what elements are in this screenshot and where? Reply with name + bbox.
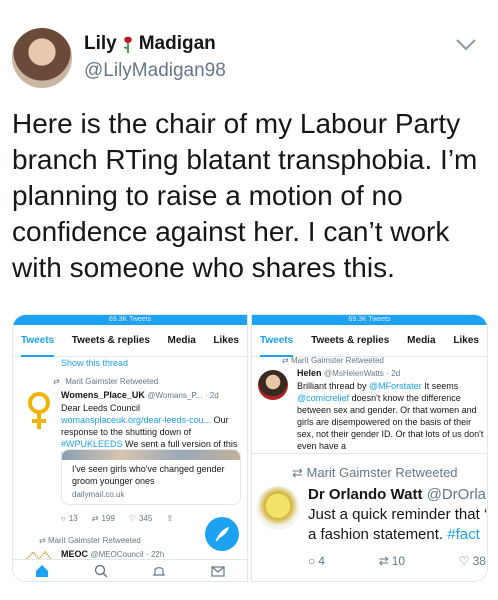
retweet-icon: ⇄ bbox=[39, 536, 46, 545]
venus-symbol-icon bbox=[28, 392, 50, 429]
messages-envelope-icon[interactable] bbox=[211, 564, 225, 578]
compose-feather-icon bbox=[215, 527, 229, 542]
tweet-author-name[interactable]: Helen bbox=[297, 368, 322, 378]
retweet-label-2: ⇄ Marit Gaimster Retweeted bbox=[292, 465, 458, 481]
compose-tweet-button[interactable] bbox=[205, 517, 239, 551]
reply-button[interactable]: ○ 4 bbox=[308, 554, 325, 568]
status-bar: 69.3K Tweets bbox=[252, 315, 487, 325]
like-count: 345 bbox=[138, 514, 153, 523]
home-icon[interactable] bbox=[35, 564, 49, 578]
divider bbox=[252, 453, 487, 454]
tweet-text-part: It seems bbox=[421, 381, 459, 391]
notifications-bell-icon[interactable] bbox=[152, 564, 166, 578]
helen-avatar[interactable] bbox=[258, 370, 288, 400]
retweet-button[interactable]: ⇄ 10 bbox=[379, 554, 405, 568]
card-title: I've seen girls who've changed gender gr… bbox=[72, 464, 225, 486]
mention-link[interactable]: @MForstater bbox=[369, 381, 422, 391]
tweet-time: · 2d bbox=[386, 369, 401, 378]
tab-tweets[interactable]: Tweets bbox=[21, 335, 55, 357]
retweet-icon: ⇄ bbox=[282, 356, 289, 365]
author-display-name[interactable]: Lily Madigan bbox=[84, 33, 216, 55]
share-icon: ⇧ bbox=[166, 514, 174, 523]
tweet-text-line: Just a quick reminder that ‘r bbox=[308, 506, 488, 523]
like-button[interactable]: ♡ 345 bbox=[129, 514, 153, 523]
screenshot-right: 69.3K Tweets Tweets Tweets & replies Med… bbox=[251, 314, 488, 582]
retweet-count: 199 bbox=[101, 514, 115, 523]
hashtag-link[interactable]: #fact bbox=[447, 526, 480, 543]
retweet-icon: ⇄ bbox=[91, 514, 99, 523]
author-avatar[interactable] bbox=[12, 28, 72, 88]
reply-button[interactable]: ○ 13 bbox=[61, 514, 78, 523]
tab-tweets-replies[interactable]: Tweets & replies bbox=[72, 335, 150, 356]
reply-icon: ○ bbox=[61, 514, 66, 523]
screenshot-left: 69.3K Tweets Tweets Tweets & replies Med… bbox=[12, 314, 248, 582]
tab-media[interactable]: Media bbox=[167, 335, 195, 356]
author-last-name: Madigan bbox=[138, 33, 216, 54]
heart-icon: ♡ bbox=[458, 554, 470, 568]
retweet-icon: ⇄ bbox=[292, 465, 303, 480]
retweet-label-text: Marit Gaimster Retweeted bbox=[65, 377, 159, 386]
retweet-label-text: Marit Gaimster Retweeted bbox=[306, 465, 458, 480]
next-author-handle[interactable]: @MEOCouncil bbox=[91, 550, 144, 559]
card-image bbox=[62, 450, 240, 460]
retweet-icon: ⇄ bbox=[378, 554, 389, 568]
tweet-author-handle[interactable]: @MsHelenWatts bbox=[324, 369, 384, 378]
reply-icon: ○ bbox=[308, 554, 316, 568]
tab-tweets[interactable]: Tweets bbox=[260, 335, 294, 357]
retweet-label: ⇄ Marit Gaimster Retweeted bbox=[53, 377, 158, 386]
tweet-link[interactable]: womansplaceuk.org/dear-leeds-cou... bbox=[61, 415, 211, 425]
tweet-text-line: a fashion statement. bbox=[308, 526, 448, 543]
tweet-author-handle[interactable]: @DrOrland bbox=[427, 486, 487, 503]
search-icon[interactable] bbox=[94, 564, 108, 578]
tab-tweets-replies[interactable]: Tweets & replies bbox=[311, 335, 389, 356]
orlando-avatar[interactable] bbox=[256, 486, 300, 530]
next-author-name[interactable]: MEOC bbox=[61, 549, 88, 559]
tab-likes[interactable]: Likes bbox=[213, 335, 239, 356]
mention-link[interactable]: @comicrelief bbox=[297, 393, 349, 403]
status-bar: 69.3K Tweets bbox=[13, 315, 247, 325]
author-handle[interactable]: @LilyMadigan98 bbox=[84, 60, 226, 82]
retweet-label-text: Marit Gaimster Retweeted bbox=[290, 356, 384, 365]
hashtag-link[interactable]: #WPUKLEEDS bbox=[61, 439, 123, 449]
profile-tabs: Tweets Tweets & replies Media Likes bbox=[252, 325, 487, 357]
bottom-navigation bbox=[13, 559, 247, 581]
author-first-name: Lily bbox=[84, 33, 117, 54]
reply-count: 13 bbox=[68, 514, 78, 523]
tweet-body-orlando: Dr Orlando Watt @DrOrland Just a quick r… bbox=[308, 485, 488, 545]
tweet-author-name[interactable]: Dr Orlando Watt bbox=[308, 486, 422, 503]
like-button[interactable]: ♡ 38 bbox=[459, 554, 486, 568]
profile-tabs: Tweets Tweets & replies Media Likes bbox=[13, 325, 247, 357]
link-card[interactable]: I've seen girls who've changed gender gr… bbox=[61, 449, 241, 505]
tweet-author-handle[interactable]: @Womans_P... bbox=[147, 391, 202, 400]
heart-icon: ♡ bbox=[128, 514, 136, 523]
chevron-down-icon[interactable] bbox=[455, 38, 477, 52]
tweet-text: Here is the chair of my Labour Party bra… bbox=[12, 108, 478, 283]
show-thread-link[interactable]: Show this thread bbox=[61, 358, 128, 368]
card-url: dailymail.co.uk bbox=[72, 490, 125, 499]
rose-icon bbox=[123, 36, 132, 53]
tweet-actions: ○ 4 ⇄ 10 ♡ 38 bbox=[308, 554, 486, 568]
tab-media[interactable]: Media bbox=[407, 335, 435, 356]
tweet-text-part: Dear Leeds Council bbox=[61, 403, 141, 413]
tweet-time: · 2d bbox=[204, 391, 219, 400]
tweet-text-part: Brilliant thread by bbox=[297, 381, 370, 391]
retweet-button[interactable]: ⇄ 199 bbox=[92, 514, 115, 523]
retweet-label-text: Marit Gaimster Retweeted bbox=[47, 536, 141, 545]
tab-likes[interactable]: Likes bbox=[453, 335, 479, 356]
reply-count: 4 bbox=[318, 554, 325, 568]
next-tweet-time: · 22h bbox=[146, 550, 165, 559]
share-button[interactable]: ⇧ bbox=[166, 514, 173, 523]
retweet-label-2: ⇄ Marit Gaimster Retweeted bbox=[39, 536, 141, 545]
retweet-icon: ⇄ bbox=[53, 377, 60, 386]
retweet-count: 10 bbox=[391, 554, 406, 568]
tweet-author-name[interactable]: Womens_Place_UK bbox=[61, 390, 145, 400]
tweet-body-helen: Helen @MsHelenWatts · 2d Brilliant threa… bbox=[297, 367, 485, 452]
retweet-label: ⇄ Marit Gaimster Retweeted bbox=[282, 356, 384, 365]
like-count: 38 bbox=[472, 554, 486, 568]
